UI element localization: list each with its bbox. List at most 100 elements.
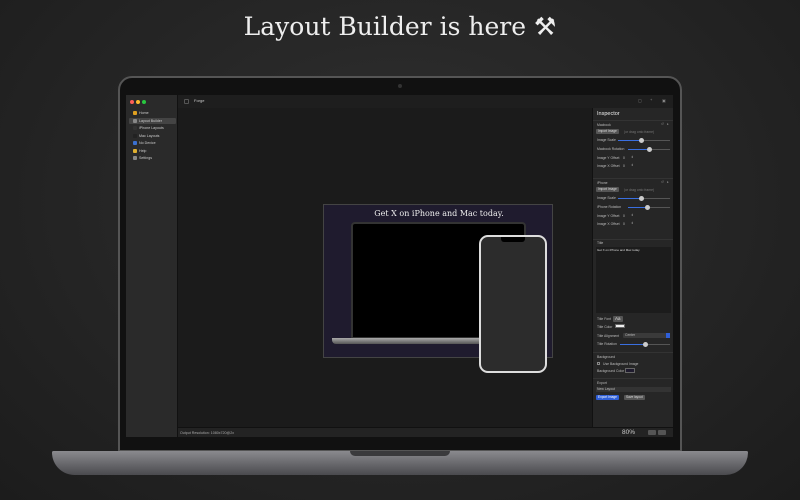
title-alignment-value: Center bbox=[625, 333, 635, 337]
minimize-button[interactable] bbox=[136, 100, 140, 104]
zoom-out-button[interactable] bbox=[648, 430, 656, 435]
background-color-well[interactable] bbox=[625, 368, 635, 373]
app-window: Home Layout Builder iPhone Layouts Mac Layo… bbox=[126, 95, 673, 437]
iphone-drag-hint: (or drag onto frame) bbox=[624, 188, 654, 192]
play-icon[interactable]: ▸ bbox=[667, 180, 669, 184]
export-header: Export bbox=[597, 381, 607, 385]
iphone-section bbox=[593, 178, 673, 179]
title-color-label: Title Color bbox=[597, 325, 612, 329]
sidebar-item-icon bbox=[133, 119, 137, 123]
sidebar-item-icon bbox=[133, 126, 137, 130]
sidebar-item-settings[interactable]: Settings bbox=[129, 155, 176, 161]
title-color-well[interactable] bbox=[615, 324, 625, 328]
toolbar: Forge ▢ + ▣ bbox=[178, 95, 673, 108]
background-color-label: Background Color bbox=[597, 369, 624, 373]
iphone-scale-slider[interactable] bbox=[618, 198, 670, 199]
stepper-icon[interactable]: ⇕ bbox=[631, 155, 634, 159]
macbook-header: Macbook bbox=[597, 123, 611, 127]
iphone-scale-label: Image Scale bbox=[597, 196, 616, 200]
macbook-section bbox=[593, 120, 673, 121]
headline: Layout Builder is here ⚒ bbox=[0, 12, 800, 41]
zoom-level: 80% bbox=[622, 428, 635, 437]
title-alignment-select[interactable]: Center bbox=[623, 333, 670, 338]
title-font-label: Title Font bbox=[597, 317, 611, 321]
sidebar-item-label: Home bbox=[139, 111, 149, 115]
title-rotation-label: Title Rotation bbox=[597, 342, 617, 346]
title-rotation-slider[interactable] bbox=[620, 344, 670, 345]
sidebar-item-label: No Device bbox=[139, 141, 156, 145]
inspector-panel: Inspector Macbook ↺ ▸ Import Image (or d… bbox=[592, 108, 673, 427]
add-icon[interactable]: + bbox=[650, 97, 652, 102]
export-section bbox=[593, 378, 673, 379]
background-section bbox=[593, 352, 673, 353]
layout-name-input[interactable]: New Layout bbox=[596, 387, 671, 392]
title-font-button[interactable]: Aa bbox=[613, 316, 623, 322]
title-alignment-label: Title Alignment bbox=[597, 334, 619, 338]
sidebar-item-help[interactable]: Help bbox=[129, 148, 176, 154]
layout-preview[interactable]: Get X on iPhone and Mac today. bbox=[323, 204, 553, 358]
sidebar-toggle-icon[interactable] bbox=[184, 99, 189, 104]
inspector-toggle-icon[interactable]: ▣ bbox=[662, 98, 666, 103]
iphone-y-offset-label: Image Y Offset bbox=[597, 214, 619, 218]
sidebar-item-icon bbox=[133, 141, 137, 145]
close-button[interactable] bbox=[130, 100, 134, 104]
iphone-rotation-slider[interactable] bbox=[628, 207, 670, 208]
sidebar-item-home[interactable]: Home bbox=[129, 110, 176, 116]
laptop-notch bbox=[350, 451, 450, 456]
title-section bbox=[593, 239, 673, 240]
reset-icon[interactable]: ↺ bbox=[661, 180, 664, 184]
inspector-title: Inspector bbox=[597, 111, 620, 117]
sidebar: Home Layout Builder iPhone Layouts Mac Layo… bbox=[126, 95, 178, 437]
sidebar-item-iphone-layouts[interactable]: iPhone Layouts bbox=[129, 125, 176, 131]
macbook-x-offset-field[interactable]: 0 bbox=[623, 164, 625, 168]
stepper-icon[interactable]: ⇕ bbox=[631, 221, 634, 225]
sidebar-item-label: Settings bbox=[139, 156, 152, 160]
chevron-updown-icon bbox=[666, 333, 670, 338]
play-icon[interactable]: ▸ bbox=[667, 122, 669, 126]
sidebar-item-layout-builder[interactable]: Layout Builder bbox=[129, 118, 176, 124]
use-background-image-checkbox[interactable]: Use Background Image bbox=[597, 362, 638, 366]
stepper-icon[interactable]: ⇕ bbox=[631, 163, 634, 167]
zoom-in-button[interactable] bbox=[658, 430, 666, 435]
share-icon[interactable]: ▢ bbox=[638, 98, 642, 103]
sidebar-item-icon bbox=[133, 111, 137, 115]
export-image-button[interactable]: Export Image bbox=[596, 395, 619, 400]
save-layout-button[interactable]: Save layout bbox=[624, 395, 645, 400]
iphone-notch bbox=[501, 237, 525, 242]
macbook-y-offset-field[interactable]: 0 bbox=[623, 156, 625, 160]
sidebar-item-icon bbox=[133, 134, 137, 138]
sidebar-item-icon bbox=[133, 156, 137, 160]
preview-title: Get X on iPhone and Mac today. bbox=[324, 209, 554, 218]
canvas[interactable]: Get X on iPhone and Mac today. bbox=[178, 108, 592, 427]
macbook-y-offset-label: Image Y Offset bbox=[597, 156, 619, 160]
use-background-image-label: Use Background Image bbox=[603, 362, 638, 366]
zoom-button[interactable] bbox=[142, 100, 146, 104]
sidebar-item-mac-layouts[interactable]: Mac Layouts bbox=[129, 133, 176, 139]
iphone-y-offset-field[interactable]: 0 bbox=[623, 214, 625, 218]
sidebar-item-label: Layout Builder bbox=[139, 119, 162, 123]
window-title: Forge bbox=[194, 98, 204, 103]
iphone-header: iPhone bbox=[597, 181, 608, 185]
background-header: Background bbox=[597, 355, 615, 359]
iphone-import-image-button[interactable]: Import Image bbox=[596, 187, 619, 192]
macbook-rotation-label: Macbook Rotation bbox=[597, 147, 624, 151]
camera bbox=[398, 84, 402, 88]
reset-icon[interactable]: ↺ bbox=[661, 122, 664, 126]
sidebar-item-label: iPhone Layouts bbox=[139, 126, 164, 130]
macbook-x-offset-label: Image X Offset bbox=[597, 164, 620, 168]
macbook-drag-hint: (or drag onto frame) bbox=[624, 130, 654, 134]
sidebar-item-icon bbox=[133, 149, 137, 153]
iphone-mockup[interactable] bbox=[479, 235, 547, 373]
macbook-scale-slider[interactable] bbox=[618, 140, 670, 141]
macbook-scale-label: Image Scale bbox=[597, 138, 616, 142]
iphone-rotation-label: iPhone Rotation bbox=[597, 205, 621, 209]
iphone-x-offset-field[interactable]: 0 bbox=[623, 222, 625, 226]
sidebar-item-label: Mac Layouts bbox=[139, 134, 159, 138]
stepper-icon[interactable]: ⇕ bbox=[631, 213, 634, 217]
macbook-import-image-button[interactable]: Import Image bbox=[596, 129, 619, 134]
title-textarea[interactable]: Get X on iPhone and Mac today. bbox=[596, 247, 671, 313]
sidebar-item-no-device[interactable]: No Device bbox=[129, 140, 176, 146]
macbook-rotation-slider[interactable] bbox=[628, 149, 670, 150]
title-header: Title bbox=[597, 241, 603, 245]
iphone-x-offset-label: Image X Offset bbox=[597, 222, 620, 226]
